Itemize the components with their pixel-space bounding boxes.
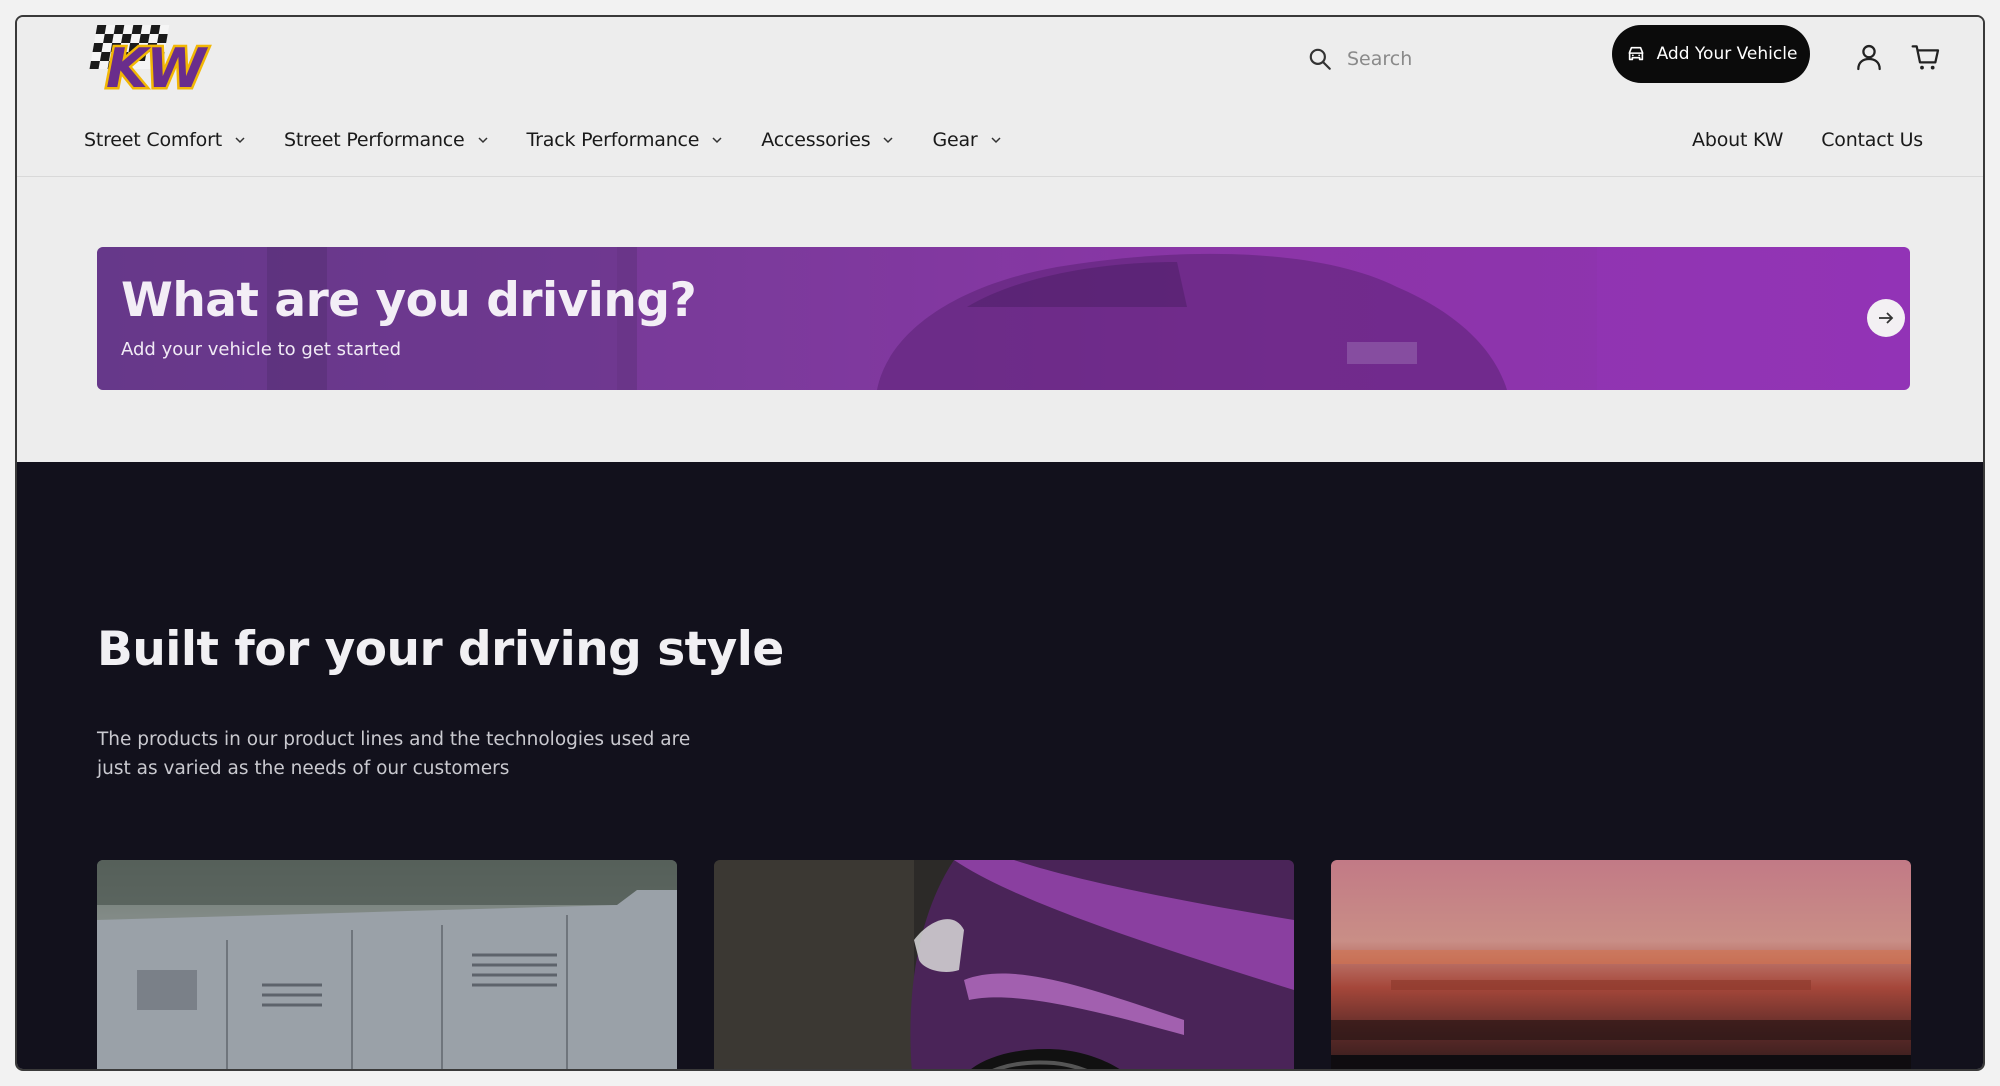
search-icon — [1309, 48, 1331, 70]
card-image-building — [97, 860, 677, 1069]
chevron-down-icon — [712, 137, 722, 144]
chevron-down-icon — [478, 137, 488, 144]
banner-title: What are you driving? — [121, 273, 697, 328]
add-vehicle-label: Add Your Vehicle — [1656, 44, 1798, 64]
chevron-down-icon — [235, 137, 245, 144]
product-card-street-performance[interactable] — [714, 860, 1294, 1069]
nav-item-label: Street Comfort — [84, 129, 222, 151]
banner-arrow-button[interactable] — [1867, 299, 1905, 337]
search-bar[interactable] — [1307, 37, 1607, 81]
browser-frame: KW KW Add Your Vehicle — [15, 15, 1985, 1071]
cart-button[interactable] — [1910, 41, 1942, 73]
product-card-street-comfort[interactable] — [97, 860, 677, 1069]
nav-link-about[interactable]: About KW — [1692, 129, 1783, 151]
nav-item-label: Accessories — [761, 129, 871, 151]
chevron-down-icon — [991, 137, 1001, 144]
banner-subtitle: Add your vehicle to get started — [121, 339, 402, 360]
nav-item-label: Track Performance — [526, 129, 700, 151]
account-button[interactable] — [1853, 41, 1885, 73]
nav-item-street-comfort[interactable]: Street Comfort — [84, 129, 246, 151]
vehicle-banner[interactable]: What are you driving? Add your vehicle t… — [97, 247, 1910, 390]
nav-item-track-performance[interactable]: Track Performance — [527, 129, 724, 151]
card-image-sunset-motion — [1331, 860, 1911, 1069]
nav-item-accessories[interactable]: Accessories — [761, 129, 894, 151]
add-vehicle-button[interactable]: Add Your Vehicle — [1612, 25, 1810, 83]
section-description: The products in our product lines and th… — [97, 729, 691, 779]
svg-text:KW: KW — [106, 37, 208, 93]
user-icon — [1857, 44, 1881, 71]
driving-style-section: Built for your driving style The product… — [17, 462, 1983, 1069]
secondary-nav: About KW Contact Us — [1692, 129, 1923, 151]
nav-item-street-performance[interactable]: Street Performance — [284, 129, 489, 151]
arrow-right-icon — [1879, 312, 1894, 324]
nav-link-contact[interactable]: Contact Us — [1821, 129, 1923, 151]
nav-item-label: Gear — [932, 129, 978, 151]
card-image-purple-car — [714, 860, 1294, 1069]
chevron-down-icon — [883, 137, 893, 144]
section-title: Built for your driving style — [97, 622, 784, 677]
kw-logo[interactable]: KW KW — [84, 21, 234, 103]
search-input[interactable] — [1347, 48, 1587, 70]
car-icon — [1628, 46, 1643, 61]
nav-item-gear[interactable]: Gear — [932, 129, 1001, 151]
cart-icon — [1911, 45, 1940, 70]
site-header: KW KW Add Your Vehicle — [17, 17, 1983, 177]
main-nav: Street Comfort Street Performance Track … — [84, 129, 1040, 151]
product-card-track-performance[interactable] — [1331, 860, 1911, 1069]
nav-item-label: Street Performance — [283, 129, 465, 151]
